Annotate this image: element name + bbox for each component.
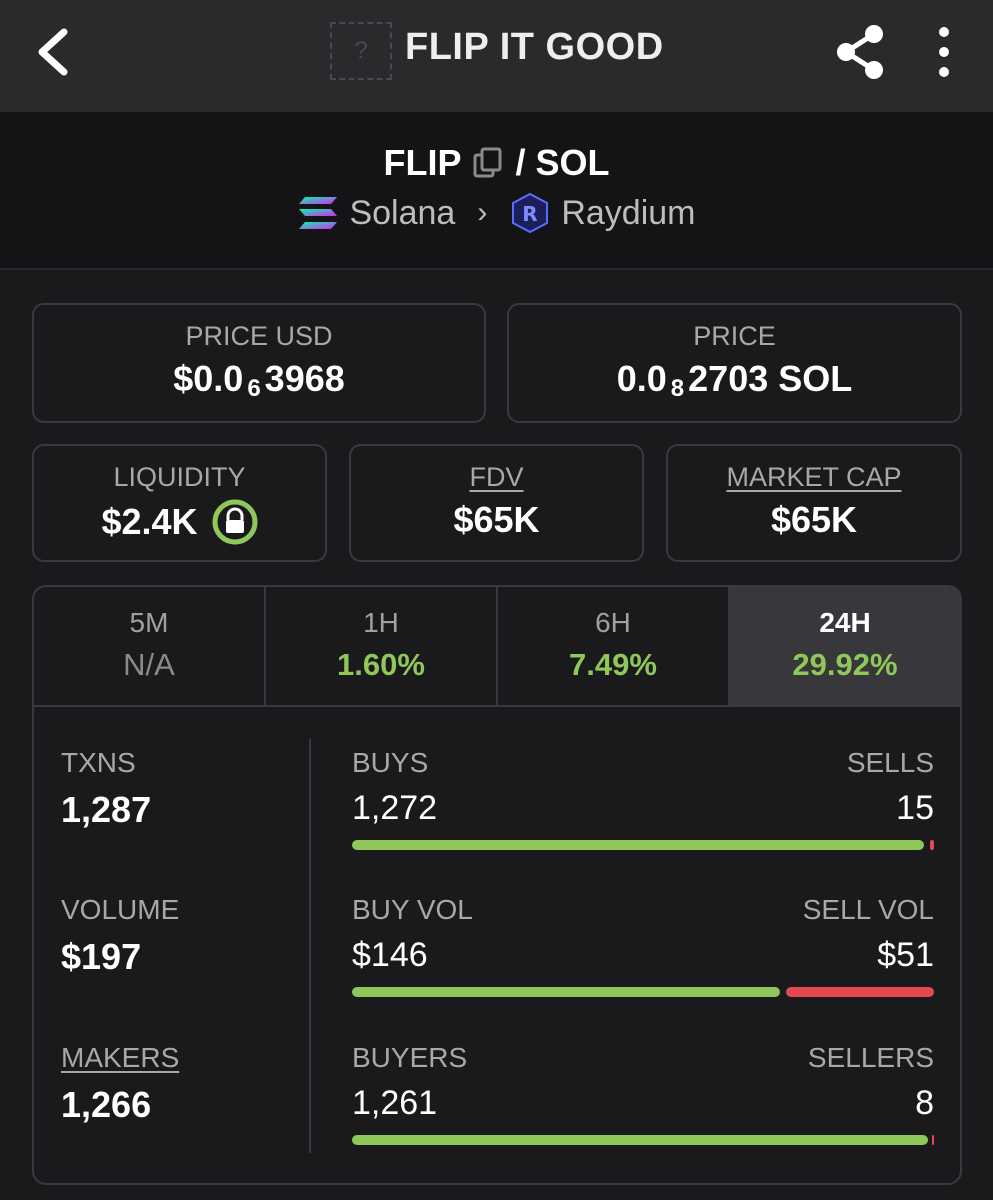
fdv-value: $65K	[453, 499, 540, 540]
buy-vol-label: BUY VOL	[352, 894, 473, 925]
buyers-sellers-bar	[352, 1135, 934, 1145]
tab-5m[interactable]: 5M N/A	[34, 587, 266, 705]
tab-label: 6H	[595, 607, 631, 638]
dex-link[interactable]: Raydium	[561, 194, 695, 233]
chain-dex-breadcrumb: Solana › R Raydium	[0, 192, 993, 234]
tab-change: 1.60%	[337, 647, 425, 682]
tab-change: 29.92%	[792, 647, 898, 682]
buy-bar-fill	[352, 840, 924, 850]
timeframe-tabs: 5M N/A 1H 1.60% 6H 7.49% 24H 29.92%	[34, 587, 960, 707]
txns-value: 1,287	[61, 789, 152, 830]
liquidity-value: $2.4K	[101, 501, 198, 542]
liquidity-card: LIQUIDITY $2.4K	[32, 444, 327, 562]
fdv-label[interactable]: FDV	[351, 462, 642, 493]
copy-icon[interactable]	[471, 146, 505, 180]
makers-value: 1,266	[61, 1084, 152, 1125]
buy-vol-value: $146	[352, 936, 428, 974]
txns-metric: TXNS 1,287	[61, 747, 151, 831]
tab-1h[interactable]: 1H 1.60%	[266, 587, 498, 705]
share-icon[interactable]	[832, 22, 888, 82]
market-cap-card: MARKET CAP $65K	[666, 444, 962, 562]
tab-change: 7.49%	[569, 647, 657, 682]
buy-sell-volume-bar	[352, 987, 934, 997]
pair-separator: /	[515, 142, 526, 183]
sell-bar-fill	[932, 1135, 934, 1145]
top-bar: ? FLIP IT GOOD	[0, 0, 993, 112]
question-mark-icon: ?	[354, 37, 368, 64]
sell-bar-fill	[930, 840, 934, 850]
buyers-sellers-split: BUYERS SELLERS 1,261 8	[352, 1042, 934, 1145]
sell-vol-label: SELL VOL	[802, 894, 934, 925]
price-sol-value: 0.0 8 2703 SOL	[509, 358, 960, 402]
chevron-right-icon: ›	[477, 196, 488, 229]
fdv-card: FDV $65K	[349, 444, 644, 562]
token-name-title: FLIP IT GOOD	[405, 26, 664, 68]
liquidity-value-row: $2.4K	[34, 499, 325, 545]
column-divider	[309, 739, 311, 1153]
solana-icon	[299, 197, 338, 229]
price-usd-zero-count: 6	[247, 375, 261, 402]
more-options-icon[interactable]	[926, 24, 962, 80]
chain-link[interactable]: Solana	[349, 194, 455, 233]
market-cap-label[interactable]: MARKET CAP	[668, 462, 960, 493]
price-usd-card: PRICE USD $0.0 6 3968	[32, 303, 486, 423]
sells-label: SELLS	[846, 747, 934, 778]
sellers-label: SELLERS	[807, 1042, 934, 1073]
price-usd-prefix: $0.0	[173, 358, 244, 399]
price-usd-digits: 3968	[264, 358, 345, 399]
sell-vol-value: $51	[877, 936, 934, 974]
pair-header: FLIP / SOL Solana › R Raydium	[0, 112, 993, 270]
makers-metric: MAKERS 1,266	[61, 1042, 179, 1126]
sell-bar-fill	[786, 987, 934, 997]
txns-label: TXNS	[61, 747, 136, 778]
price-sol-card: PRICE 0.0 8 2703 SOL	[507, 303, 962, 423]
tab-label: 5M	[129, 607, 169, 638]
buys-sells-split: BUYS SELLS 1,272 15	[352, 747, 934, 850]
buys-sells-bar	[352, 840, 934, 850]
makers-label[interactable]: MAKERS	[61, 1042, 179, 1074]
quote-token-symbol: SOL	[535, 142, 610, 183]
price-sol-digits: 2703 SOL	[688, 358, 853, 399]
volume-metric: VOLUME $197	[61, 894, 179, 978]
back-arrow-icon[interactable]	[30, 26, 76, 78]
volume-label: VOLUME	[61, 894, 180, 925]
buyers-label: BUYERS	[352, 1042, 468, 1073]
buys-value: 1,272	[352, 789, 438, 827]
tab-label: 24H	[819, 607, 871, 638]
volume-value: $197	[61, 936, 142, 977]
buyers-value: 1,261	[352, 1084, 438, 1122]
price-usd-label: PRICE USD	[185, 321, 333, 351]
svg-text:R: R	[523, 202, 538, 226]
tab-24h[interactable]: 24H 29.92%	[730, 587, 960, 705]
tab-label: 1H	[363, 607, 399, 638]
market-cap-value: $65K	[770, 499, 858, 540]
sells-value: 15	[896, 789, 934, 827]
base-token-symbol: FLIP	[383, 142, 462, 183]
stats-panel: 5M N/A 1H 1.60% 6H 7.49% 24H 29.92% TXNS…	[32, 585, 962, 1185]
sellers-value: 8	[915, 1084, 934, 1122]
token-logo-placeholder: ?	[330, 22, 392, 80]
liquidity-label: LIQUIDITY	[113, 462, 246, 492]
buy-sell-volume-split: BUY VOL SELL VOL $146 $51	[352, 894, 934, 997]
raydium-icon: R	[512, 192, 549, 234]
price-sol-label: PRICE	[693, 321, 776, 351]
pair-name: FLIP / SOL	[0, 142, 993, 184]
tab-change: N/A	[123, 647, 175, 682]
tab-6h[interactable]: 6H 7.49%	[498, 587, 730, 705]
lock-icon[interactable]	[212, 499, 258, 545]
price-usd-value: $0.0 6 3968	[34, 358, 484, 402]
price-sol-prefix: 0.0	[616, 358, 667, 399]
price-sol-zero-count: 8	[670, 375, 685, 402]
buy-bar-fill	[352, 987, 780, 997]
buy-bar-fill	[352, 1135, 928, 1145]
buys-label: BUYS	[352, 747, 429, 778]
